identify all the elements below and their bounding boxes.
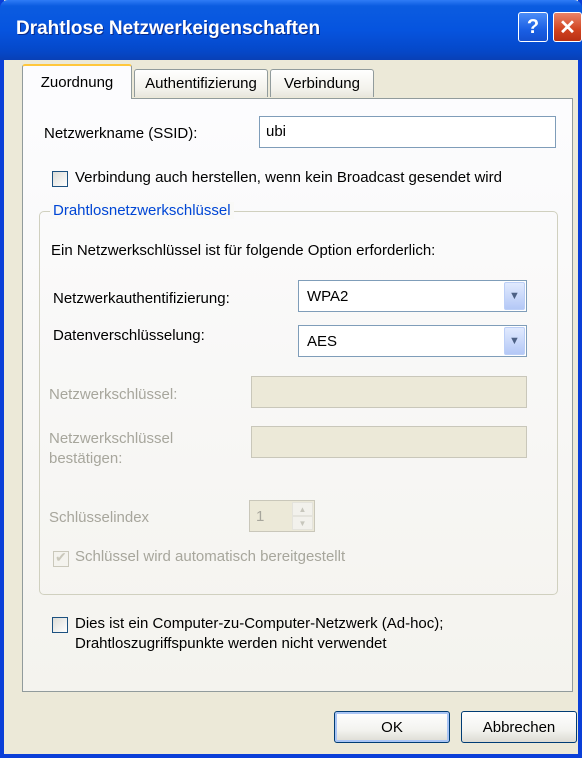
key-index-label: Schlüsselindex	[49, 509, 150, 526]
adhoc-label-line1[interactable]: Dies ist ein Computer-zu-Computer-Netzwe…	[75, 615, 443, 632]
network-key-label: Netzwerkschlüssel:	[49, 386, 178, 403]
broadcast-checkbox-label[interactable]: Verbindung auch herstellen, wenn kein Br…	[75, 169, 502, 186]
adhoc-checkbox[interactable]	[52, 617, 68, 633]
close-icon: ✕	[559, 16, 576, 39]
encryption-select[interactable]: AES ▼	[298, 325, 527, 357]
tab-authentifizierung[interactable]: Authentifizierung	[134, 69, 268, 97]
key-index-spinner[interactable]: 1 ▲ ▼	[249, 500, 315, 532]
close-button[interactable]: ✕	[553, 12, 582, 42]
checkmark-icon: ✔	[55, 549, 67, 565]
key-required-text: Ein Netzwerkschlüssel ist für folgende O…	[51, 242, 436, 259]
spin-up-icon[interactable]: ▲	[292, 502, 313, 516]
ssid-value: ubi	[266, 123, 287, 140]
tab-verbindung[interactable]: Verbindung	[270, 69, 374, 97]
spin-down-icon[interactable]: ▼	[292, 516, 313, 530]
wireless-key-group-title: Drahtlosnetzwerkschlüssel	[50, 202, 234, 219]
ok-button[interactable]: OK	[334, 711, 450, 743]
key-index-value: 1	[256, 508, 265, 525]
spinner-buttons: ▲ ▼	[292, 502, 313, 530]
chevron-down-icon[interactable]: ▼	[504, 282, 525, 310]
ssid-input[interactable]: ubi	[259, 116, 556, 148]
encryption-label: Datenverschlüsselung:	[53, 327, 205, 344]
ssid-label: Netzwerkname (SSID):	[44, 125, 198, 142]
chevron-down-icon[interactable]: ▼	[504, 327, 525, 355]
help-icon: ?	[526, 15, 540, 38]
auth-label: Netzwerkauthentifizierung:	[53, 290, 230, 307]
title-bar[interactable]: Drahtlose Netzwerkeigenschaften ? ✕	[0, 0, 582, 60]
confirm-key-label-line2: bestätigen:	[49, 450, 123, 467]
wireless-key-group: Drahtlosnetzwerkschlüssel Ein Netzwerksc…	[39, 202, 558, 595]
encryption-select-value: AES	[307, 333, 338, 350]
auth-select[interactable]: WPA2 ▼	[298, 280, 527, 312]
adhoc-label-line2[interactable]: Drahtloszugriffspunkte werden nicht verw…	[75, 635, 387, 652]
network-key-input[interactable]	[251, 376, 527, 408]
dialog-window: Drahtlose Netzwerkeigenschaften ? ✕ Zuor…	[0, 0, 582, 758]
window-title: Drahtlose Netzwerkeigenschaften	[16, 18, 321, 39]
tab-zuordnung[interactable]: Zuordnung	[22, 64, 132, 99]
cancel-button[interactable]: Abbrechen	[461, 711, 577, 743]
auto-key-label[interactable]: Schlüssel wird automatisch bereitgestell…	[75, 548, 345, 565]
confirm-key-input[interactable]	[251, 426, 527, 458]
auth-select-value: WPA2	[307, 288, 349, 305]
tab-panel: Netzwerkname (SSID): ubi Verbindung auch…	[22, 98, 573, 692]
broadcast-checkbox[interactable]	[52, 171, 68, 187]
help-button[interactable]: ?	[518, 12, 548, 42]
auto-key-checkbox[interactable]: ✔	[53, 549, 69, 567]
confirm-key-label-line1: Netzwerkschlüssel	[49, 430, 174, 447]
